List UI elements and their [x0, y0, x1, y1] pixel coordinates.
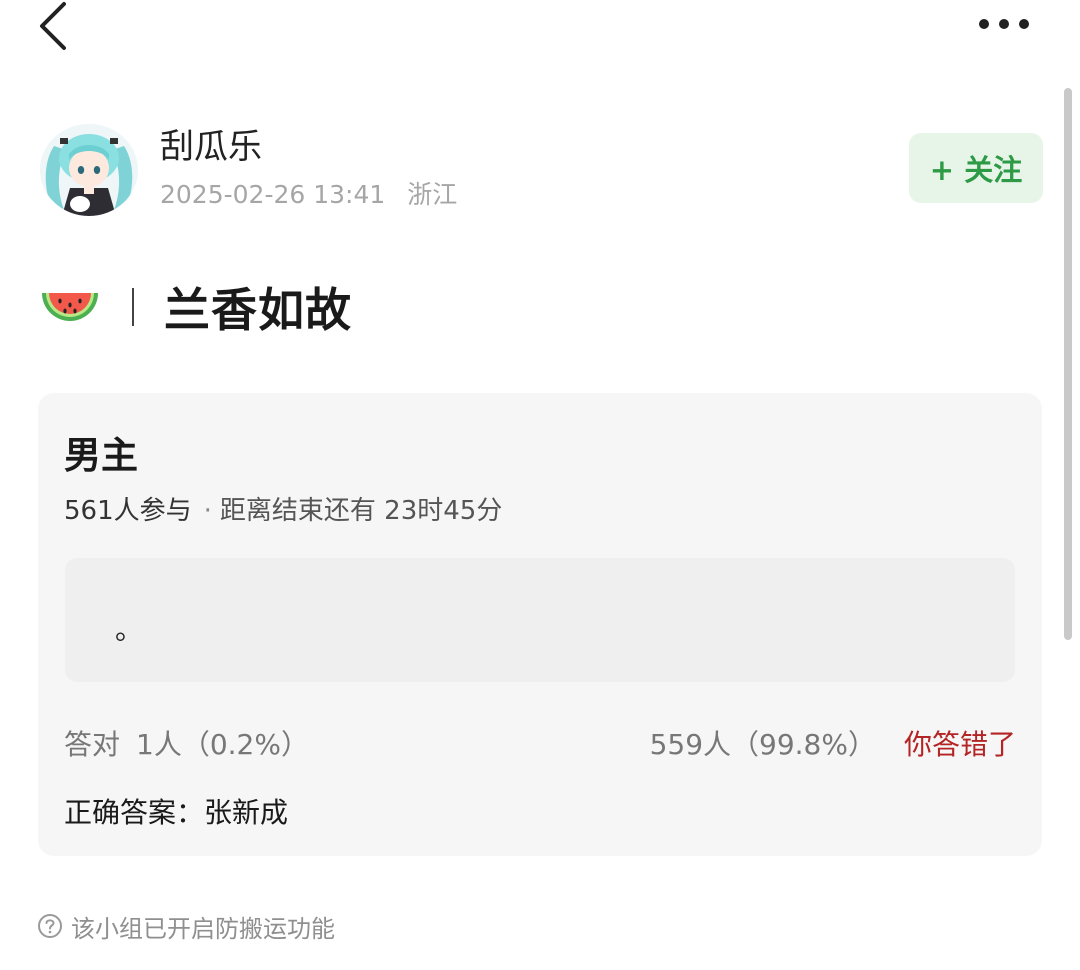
quiz-card[interactable]: 男主 561人参与 · 距离结束还有 23时45分 。 答对 1人（0.2%） 559… — [38, 393, 1042, 856]
participants-count: 561人参与 — [64, 496, 192, 526]
post-meta: 2025-02-26 13:41 浙江 — [160, 176, 471, 214]
stats-separator: · — [203, 496, 212, 526]
result-row: 答对 1人（0.2%） 559人（99.8%） 你答错了 — [64, 723, 1016, 767]
post-page: 刮瓜乐 2025-02-26 13:41 浙江 + 关注 兰香如故 男主 561… — [0, 0, 1080, 970]
quiz-question: 男主 — [64, 434, 138, 477]
anti-repost-notice[interactable]: 该小组已开启防搬运功能 — [37, 908, 335, 944]
wrong-count: 559人（99.8%） — [649, 728, 876, 761]
author-name[interactable]: 刮瓜乐 — [160, 124, 262, 170]
answer-box[interactable]: 。 — [65, 558, 1015, 682]
wrong-result: 559人（99.8%） 你答错了 — [650, 723, 1016, 763]
correct-label: 答对 — [64, 728, 121, 761]
follow-button[interactable]: + 关注 — [909, 133, 1043, 203]
quiz-stats: 561人参与 · 距离结束还有 23时45分 — [64, 493, 502, 529]
watermelon-icon — [42, 293, 98, 321]
more-button[interactable] — [972, 8, 1036, 40]
avatar[interactable] — [40, 124, 138, 216]
time-remaining: 距离结束还有 23时45分 — [219, 496, 503, 526]
post-datetime: 2025-02-26 13:41 — [160, 180, 386, 209]
correct-result: 答对 1人（0.2%） — [64, 723, 309, 763]
post-title-row: 兰香如故 — [40, 276, 352, 338]
more-dots-icon — [979, 19, 1029, 29]
wrong-label: 你答错了 — [903, 728, 1016, 761]
post-location: 浙江 — [407, 180, 458, 209]
chevron-left-icon — [40, 2, 66, 50]
notice-text: 该小组已开启防搬运功能 — [71, 914, 335, 943]
scrollbar[interactable] — [1064, 88, 1072, 640]
answer-text: 。 — [115, 613, 144, 646]
follow-label: + 关注 — [929, 153, 1023, 187]
back-button[interactable] — [34, 0, 78, 56]
anime-avatar-image — [40, 124, 138, 216]
question-circle-icon — [38, 914, 62, 938]
title-divider — [132, 288, 134, 326]
post-title: 兰香如故 — [164, 283, 352, 337]
correct-count: 1人（0.2%） — [136, 728, 309, 761]
correct-answer: 正确答案：张新成 — [64, 796, 289, 829]
